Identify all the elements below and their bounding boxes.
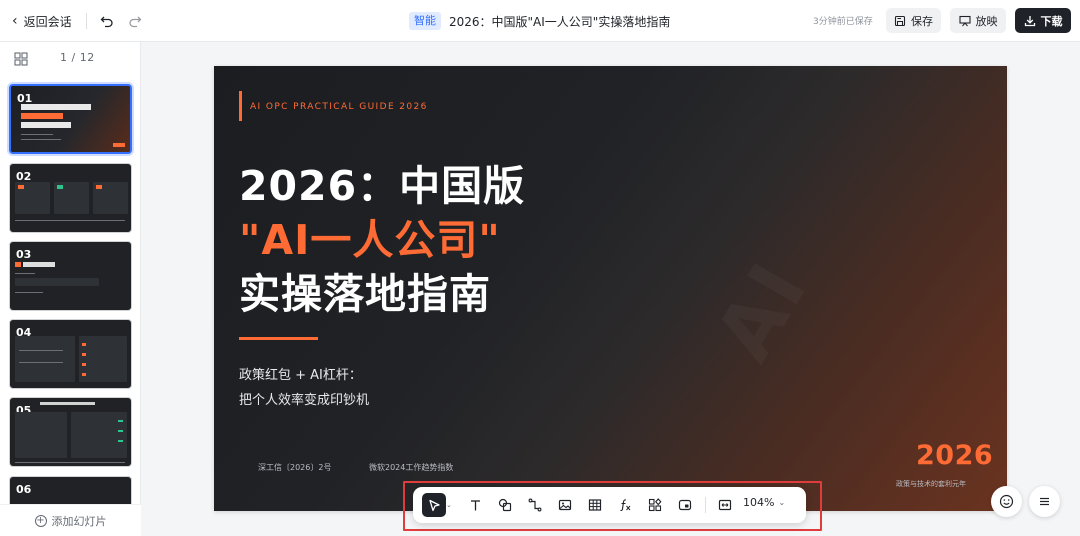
smart-badge: 智能 bbox=[409, 12, 441, 30]
document-title-area: 智能 2026：中国版"AI一人公司"实操落地指南 bbox=[409, 11, 670, 31]
menu-icon bbox=[1040, 497, 1049, 506]
slide-year[interactable]: 2026 bbox=[916, 440, 993, 471]
table-icon bbox=[588, 499, 602, 511]
select-tool[interactable] bbox=[422, 493, 446, 517]
components-tool[interactable] bbox=[643, 493, 667, 517]
text-icon bbox=[470, 499, 480, 510]
shape-tool[interactable] bbox=[493, 493, 517, 517]
add-slide-button[interactable]: + 添加幻灯片 bbox=[0, 504, 141, 536]
save-icon bbox=[894, 15, 906, 26]
chevron-down-icon: ⌄ bbox=[778, 498, 786, 507]
redo-icon bbox=[129, 16, 142, 28]
pointer-icon bbox=[428, 499, 440, 511]
slide-subtitle-line-2[interactable]: 把个人效率变成印钞机 bbox=[239, 389, 369, 408]
grid-icon bbox=[14, 52, 28, 66]
slide-number: 06 bbox=[16, 483, 32, 496]
slide-title-line-2[interactable]: "AI一人公司" bbox=[239, 214, 501, 266]
slide-thumbnail-6[interactable]: 06 bbox=[9, 476, 132, 506]
formula-tool[interactable] bbox=[613, 493, 637, 517]
download-icon bbox=[1024, 15, 1035, 26]
divider bbox=[86, 13, 87, 29]
slide-number: 03 bbox=[16, 248, 32, 261]
chevron-left-icon: ‹ bbox=[12, 13, 18, 29]
connector-icon bbox=[528, 498, 542, 512]
slide-year-caption[interactable]: 政策与技术的套利元年 bbox=[896, 479, 966, 489]
components-icon bbox=[648, 498, 662, 512]
plus-icon: + bbox=[34, 514, 47, 527]
menu-button[interactable] bbox=[1029, 486, 1060, 517]
watermark-decoration: AI bbox=[699, 246, 826, 375]
present-button[interactable]: 放映 bbox=[950, 8, 1006, 33]
slide-thumbnail-panel: 1 / 12 01 02 03 04 05 06 + 添加幻灯片 bbox=[0, 42, 141, 536]
formula-icon bbox=[620, 499, 631, 512]
slide-title-line-1[interactable]: 2026：中国版 bbox=[239, 160, 525, 212]
undo-icon bbox=[100, 16, 113, 28]
slide-title-line-3[interactable]: 实操落地指南 bbox=[239, 268, 491, 320]
slide-thumbnail-2[interactable]: 02 bbox=[9, 163, 132, 233]
toolbar-divider bbox=[705, 497, 706, 513]
slide-thumbnail-3[interactable]: 03 bbox=[9, 241, 132, 311]
connector-tool[interactable] bbox=[523, 493, 547, 517]
save-status: 3分钟前已保存 bbox=[813, 17, 873, 27]
thumbnail-title bbox=[21, 103, 91, 128]
document-title[interactable]: 2026：中国版"AI一人公司"实操落地指南 bbox=[449, 13, 670, 30]
download-label: 下载 bbox=[1040, 14, 1063, 28]
smiley-icon bbox=[999, 494, 1014, 509]
slide-canvas[interactable]: AI AI OPC PRACTICAL GUIDE 2026 2026：中国版 … bbox=[214, 66, 1007, 511]
title-divider bbox=[239, 337, 318, 340]
image-icon bbox=[558, 499, 572, 511]
fit-width-icon bbox=[718, 499, 732, 511]
accent-bar bbox=[239, 91, 242, 121]
slide-thumbnail-5[interactable]: 05 bbox=[9, 397, 132, 467]
embed-icon bbox=[678, 499, 692, 511]
slide-subtitle-line-1[interactable]: 政策红包 + AI杠杆： bbox=[239, 364, 362, 383]
media-tool[interactable] bbox=[673, 493, 697, 517]
redo-button[interactable] bbox=[124, 10, 146, 32]
chevron-down-icon[interactable]: ⌄ bbox=[446, 501, 452, 509]
text-tool[interactable] bbox=[463, 493, 487, 517]
presentation-icon bbox=[958, 15, 971, 26]
slide-thumbnail-1[interactable]: 01 bbox=[9, 84, 132, 154]
shapes-icon bbox=[498, 498, 512, 512]
fit-width-tool[interactable] bbox=[713, 493, 737, 517]
page-counter: 1 / 12 bbox=[60, 51, 95, 64]
present-label: 放映 bbox=[975, 14, 998, 28]
source-report[interactable]: 微软2024工作趋势指数 bbox=[369, 462, 453, 473]
save-label: 保存 bbox=[911, 14, 933, 28]
save-button[interactable]: 保存 bbox=[886, 8, 941, 33]
download-button[interactable]: 下载 bbox=[1015, 8, 1071, 33]
slide-eyebrow[interactable]: AI OPC PRACTICAL GUIDE 2026 bbox=[250, 102, 428, 112]
top-bar: ‹ 返回会话 智能 2026：中国版"AI一人公司"实操落地指南 3分钟前已保存… bbox=[0, 0, 1080, 42]
add-slide-label: 添加幻灯片 bbox=[51, 514, 107, 528]
back-to-chat-button[interactable]: ‹ 返回会话 bbox=[12, 11, 72, 31]
image-tool[interactable] bbox=[553, 493, 577, 517]
grid-view-button[interactable] bbox=[14, 51, 30, 67]
zoom-level: 104% bbox=[743, 496, 775, 509]
back-label: 返回会话 bbox=[23, 14, 72, 29]
slide-thumbnail-4[interactable]: 04 bbox=[9, 319, 132, 389]
insert-toolbar: ⌄ 104% ⌄ bbox=[413, 487, 806, 523]
undo-button[interactable] bbox=[96, 10, 118, 32]
table-tool[interactable] bbox=[583, 493, 607, 517]
source-policy[interactable]: 深工信〔2026〕2号 bbox=[258, 462, 331, 473]
zoom-selector[interactable]: 104% ⌄ bbox=[743, 496, 785, 509]
feedback-button[interactable] bbox=[991, 486, 1022, 517]
